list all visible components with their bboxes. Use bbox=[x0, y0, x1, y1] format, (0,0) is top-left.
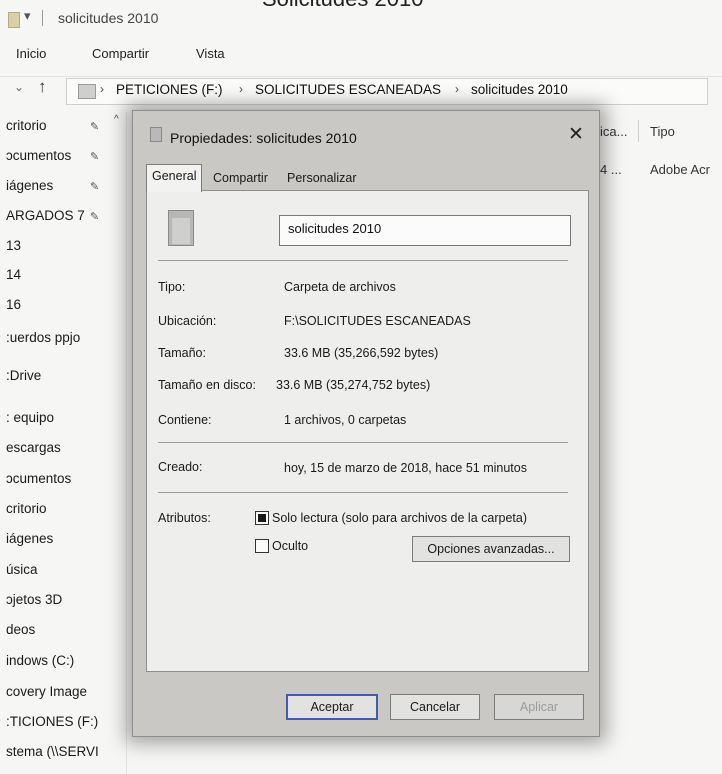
readonly-checkbox[interactable] bbox=[255, 511, 269, 525]
nav-item[interactable]: 13 bbox=[6, 238, 21, 253]
breadcrumb-drive[interactable]: PETICIONES (F:) bbox=[116, 82, 223, 97]
nav-item[interactable]: deos bbox=[6, 622, 35, 637]
field-label-tamano-disco: Tamaño en disco: bbox=[158, 378, 256, 392]
pin-icon: ✎ bbox=[90, 121, 100, 133]
field-value-contiene: 1 archivos, 0 carpetas bbox=[284, 413, 407, 427]
field-label-contiene: Contiene: bbox=[158, 413, 212, 427]
nav-item[interactable]: iágenes bbox=[6, 531, 53, 546]
nav-item[interactable]: ɔjetos 3D bbox=[6, 592, 62, 607]
ribbon-tab-vista[interactable]: Vista bbox=[196, 46, 225, 61]
close-icon[interactable]: ✕ bbox=[568, 123, 584, 146]
ribbon-tab-compartir[interactable]: Compartir bbox=[92, 46, 149, 61]
breadcrumb-chevron-icon: › bbox=[100, 82, 104, 96]
folder-icon bbox=[8, 12, 20, 28]
breadcrumb-chevron-icon: › bbox=[455, 82, 459, 96]
nav-item[interactable]: indows (C:) bbox=[6, 653, 74, 668]
readonly-label: Solo lectura (solo para archivos de la c… bbox=[272, 511, 527, 525]
field-label-tipo: Tipo: bbox=[158, 280, 186, 294]
column-header-tipo[interactable]: Tipo bbox=[650, 124, 675, 139]
field-value-creado: hoy, 15 de marzo de 2018, hace 51 minuto… bbox=[284, 461, 527, 475]
tab-general[interactable]: General bbox=[146, 164, 203, 192]
file-cell-date: 4 ... bbox=[600, 162, 622, 177]
nav-item[interactable]: escargas bbox=[6, 440, 61, 455]
folder-icon bbox=[150, 127, 162, 142]
general-panel bbox=[146, 190, 589, 672]
file-cell-type: Adobe Acr bbox=[650, 162, 710, 177]
field-value-tipo: Carpeta de archivos bbox=[284, 280, 396, 294]
nav-item[interactable]: :TICIONES (F:) bbox=[6, 714, 98, 729]
field-value-tamano-disco: 33.6 MB (35,274,752 bytes) bbox=[276, 378, 431, 392]
nav-item[interactable]: úsica bbox=[6, 562, 38, 577]
field-value-tamano: 33.6 MB (35,266,592 bytes) bbox=[284, 346, 439, 360]
advanced-options-button[interactable]: Opciones avanzadas... bbox=[412, 536, 570, 562]
pin-icon: ✎ bbox=[90, 151, 100, 163]
field-label-tamano: Tamaño: bbox=[158, 346, 206, 360]
breadcrumb-current[interactable]: solicitudes 2010 bbox=[471, 82, 568, 97]
folder-name-value: solicitudes 2010 bbox=[288, 221, 382, 236]
nav-item[interactable]: iágenes bbox=[6, 178, 53, 193]
apply-button[interactable]: Aplicar bbox=[494, 694, 584, 720]
nav-item[interactable]: covery Image bbox=[6, 684, 87, 699]
quick-access-dropdown-icon[interactable]: ▾ bbox=[24, 8, 31, 24]
field-label-ubicacion: Ubicación: bbox=[158, 314, 217, 328]
tab-compartir[interactable]: Compartir bbox=[208, 167, 273, 189]
nav-item[interactable]: ɔcumentos bbox=[6, 148, 71, 163]
nav-item[interactable]: critorio bbox=[6, 118, 47, 133]
column-header-modified[interactable]: ica... bbox=[600, 124, 627, 139]
ok-button[interactable]: Aceptar bbox=[286, 694, 378, 720]
nav-item[interactable]: critorio bbox=[6, 501, 47, 516]
nav-item[interactable]: ɔcumentos bbox=[6, 471, 71, 486]
recent-locations-chevron-icon[interactable]: ⌄ bbox=[14, 80, 24, 94]
nav-item[interactable]: 14 bbox=[6, 267, 21, 282]
breadcrumb-folder[interactable]: SOLICITUDES ESCANEADAS bbox=[255, 82, 441, 97]
ribbon-tab-inicio[interactable]: Inicio bbox=[16, 46, 46, 61]
nav-item[interactable]: : equipo bbox=[6, 410, 54, 425]
title-separator bbox=[42, 10, 43, 26]
window-title: solicitudes 2010 bbox=[58, 10, 159, 26]
divider bbox=[158, 260, 568, 261]
nav-item[interactable]: 16 bbox=[6, 297, 21, 312]
field-value-ubicacion: F:\SOLICITUDES ESCANEADAS bbox=[284, 314, 471, 328]
pin-icon: ✎ bbox=[90, 211, 100, 223]
drive-icon bbox=[78, 84, 96, 99]
field-label-creado: Creado: bbox=[158, 460, 203, 474]
scroll-up-icon[interactable]: ^ bbox=[114, 114, 119, 125]
column-separator bbox=[638, 120, 639, 142]
pin-icon: ✎ bbox=[90, 181, 100, 193]
nav-item[interactable]: ARGADOS 7 bbox=[6, 208, 85, 223]
nav-item[interactable]: stema (\\SERVI bbox=[6, 744, 99, 759]
hidden-checkbox[interactable] bbox=[255, 539, 269, 553]
up-arrow-icon[interactable]: ↑ bbox=[38, 77, 47, 97]
nav-item[interactable]: :uerdos ppjo bbox=[6, 330, 80, 345]
breadcrumb-chevron-icon: › bbox=[239, 82, 243, 96]
divider bbox=[158, 492, 568, 493]
hidden-label: Oculto bbox=[272, 539, 309, 553]
tab-personalizar[interactable]: Personalizar bbox=[282, 167, 361, 189]
folder-icon-front bbox=[172, 218, 190, 244]
attributes-label: Atributos: bbox=[158, 511, 211, 525]
nav-item[interactable]: :Drive bbox=[6, 368, 41, 383]
cancel-button[interactable]: Cancelar bbox=[390, 694, 480, 720]
divider bbox=[158, 442, 568, 443]
dialog-title: Propiedades: solicitudes 2010 bbox=[170, 130, 357, 146]
